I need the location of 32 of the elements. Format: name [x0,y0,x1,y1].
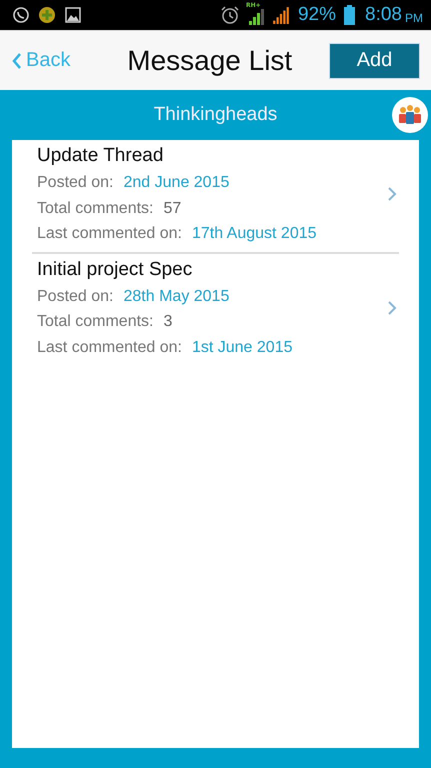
field-value: 3 [163,312,172,332]
add-button[interactable]: Add [329,42,420,78]
field-label: Last commented on: [37,224,182,244]
signal-icon [248,9,264,25]
clock-period: PM [405,10,423,24]
field-value: 1st June 2015 [192,338,292,358]
field-value: 2nd June 2015 [124,173,230,193]
message-title: Initial project Spec [37,258,194,282]
field-value: 28th May 2015 [124,286,230,306]
group-title: Thinkingheads [154,104,278,126]
field-value: 57 [163,198,182,218]
field-label: Total comments: [37,198,154,218]
chevron-left-icon [11,52,22,70]
page-title: Message List [127,44,292,76]
field-label: Posted on: [37,286,114,306]
battery-icon [344,5,356,25]
field-label: Posted on: [37,173,114,193]
clock-time: 8:08 [365,4,402,26]
chevron-right-icon [387,300,397,316]
alarm-icon [220,5,240,25]
message-item[interactable]: Update Thread Posted on: 2nd June 2015 Total comments: 57 Last commented on: 17th August 2015 [32,140,399,254]
field-value: 17th August 2015 [192,224,317,244]
chevron-right-icon [387,186,397,202]
group-icon[interactable] [392,97,428,133]
field-label: Last commented on: [37,338,182,358]
signal-icon [272,6,290,24]
image-icon [64,6,82,24]
battery-percent: 92% [298,4,336,26]
message-title: Update Thread [37,144,164,168]
message-item[interactable]: Initial project Spec Posted on: 28th May 2015 Total comments: 3 Last commented on: 1st June 2015 [32,254,399,365]
app-icon [38,6,56,24]
field-label: Total comments: [37,312,154,332]
